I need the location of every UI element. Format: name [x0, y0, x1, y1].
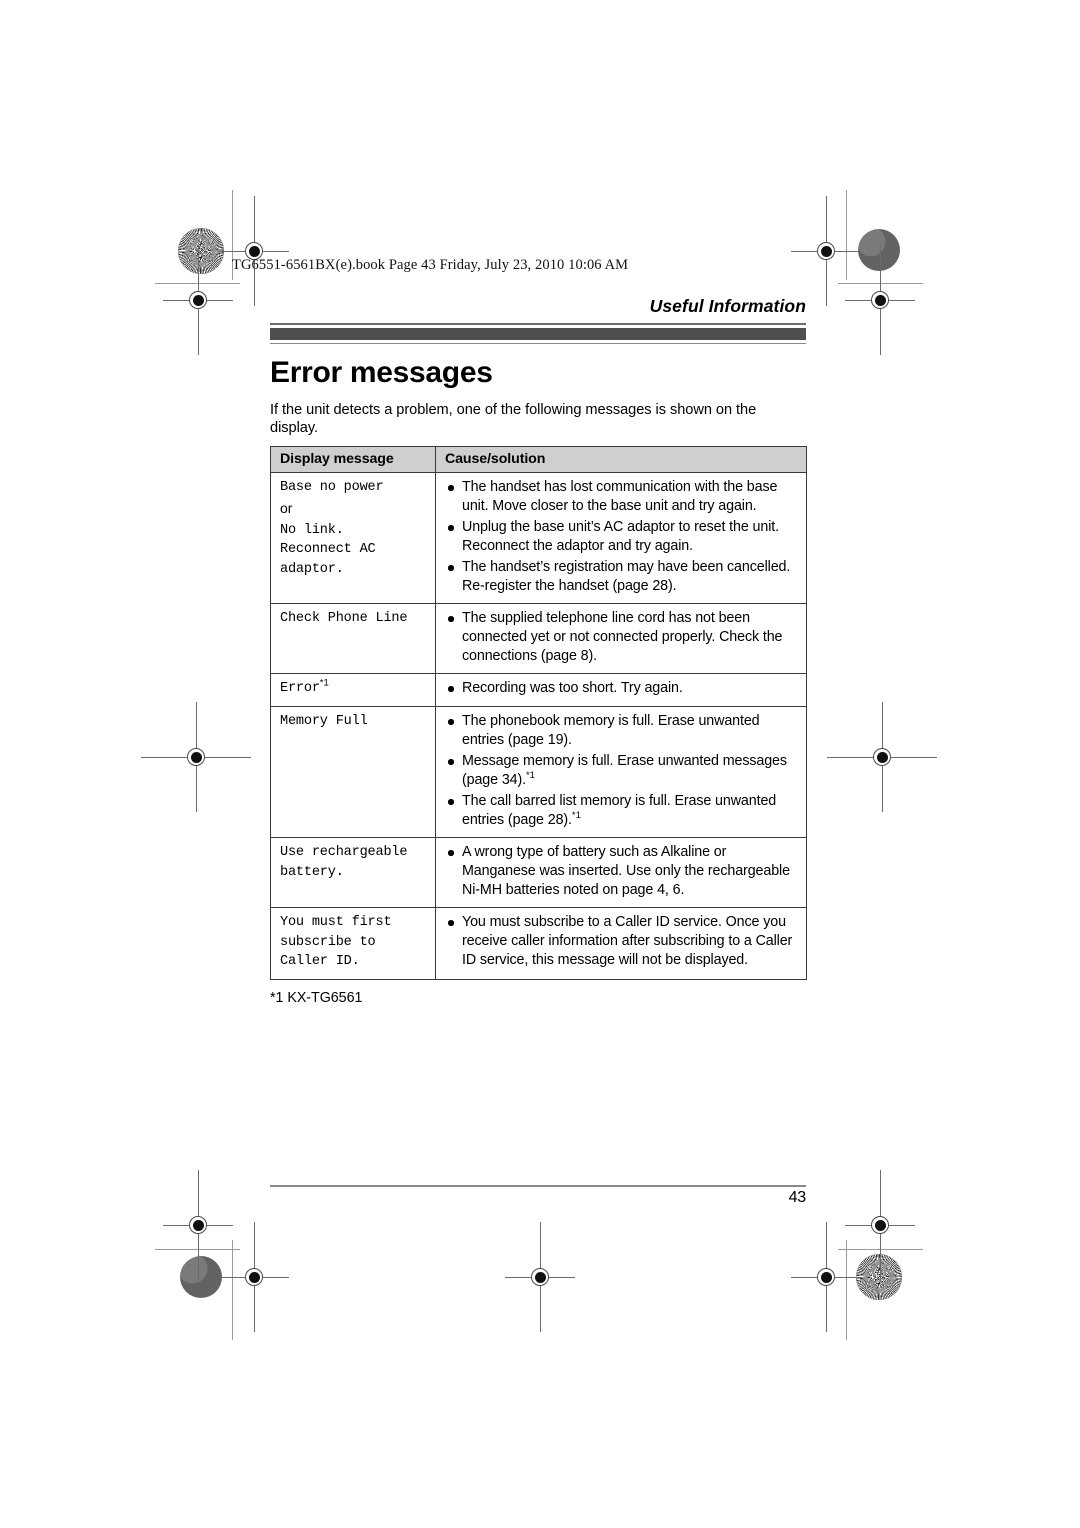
display-message-line: You must first: [280, 915, 392, 931]
footnote-kx-tg6561: *1 KX-TG6561: [270, 989, 363, 1006]
cause-list-item: The supplied telephone line cord has not…: [445, 609, 799, 666]
header-rule-thin-top: [270, 323, 806, 325]
cause-solution-cell: The supplied telephone line cord has not…: [435, 603, 807, 675]
cause-solution-cell: A wrong type of battery such as Alkaline…: [435, 837, 807, 909]
display-message-line: Caller ID.: [280, 954, 360, 970]
registration-mark-top-right: [791, 196, 861, 306]
starburst-target-top-left: [178, 228, 224, 274]
cause-list-item: Unplug the base unit’s AC adaptor to res…: [445, 518, 799, 556]
table-row: Use rechargeable battery. A wrong type of …: [270, 837, 807, 909]
cause-list: The handset has lost communication with …: [445, 478, 799, 596]
display-message-line: Base no power: [280, 480, 384, 496]
display-message-line: Error: [280, 681, 320, 697]
error-messages-table: Display message Cause/solution Base no p…: [270, 446, 807, 980]
page-number: 43: [788, 1188, 807, 1206]
display-message-cell: Use rechargeable battery.: [270, 837, 436, 909]
guide-line-right-bottom: [846, 1240, 847, 1340]
guide-line-left-bottom: [232, 1240, 233, 1340]
guide-line-bottom-right: [838, 1249, 923, 1250]
guide-line-top-right: [838, 283, 923, 284]
cause-list: Recording was too short. Try again.: [445, 679, 799, 698]
display-message-line: Reconnect AC: [280, 542, 376, 558]
density-target-top-right: [858, 229, 900, 271]
header-rule-thin-bottom: [270, 342, 806, 344]
print-header-text: TG6551-6561BX(e).book Page 43 Friday, Ju…: [232, 257, 629, 273]
registration-mark-upper-left: [163, 245, 233, 355]
cause-list-item: The handset’s registration may have been…: [445, 558, 799, 596]
cause-list-item: The call barred list memory is full. Era…: [445, 792, 799, 830]
footnote-marker: *1: [525, 770, 535, 782]
cause-list-item: Recording was too short. Try again.: [445, 679, 799, 698]
table-body: Base no power or No link. Reconnect AC adapt…: [270, 472, 807, 980]
registration-mark-lower-left: [163, 1170, 233, 1280]
guide-line-right-top: [846, 190, 847, 280]
cause-list-item: You must subscribe to a Caller ID servic…: [445, 913, 799, 970]
running-head: Useful Information: [649, 296, 806, 316]
registration-mark-upper-right: [845, 245, 915, 355]
registration-mark-lower-right: [845, 1170, 915, 1280]
page-footer: 43: [270, 1185, 806, 1207]
display-message-line: Check Phone Line: [280, 611, 408, 627]
display-message-line: subscribe to: [280, 934, 376, 950]
cause-solution-cell: The phonebook memory is full. Erase unwa…: [435, 706, 807, 839]
cause-list: The phonebook memory is full. Erase unwa…: [445, 712, 799, 830]
density-target-bottom-left: [180, 1256, 222, 1298]
registration-mark-bottom-center: [505, 1222, 575, 1332]
cause-list: A wrong type of battery such as Alkaline…: [445, 843, 799, 900]
table-row: You must first subscribe to Caller ID. You …: [270, 907, 807, 980]
cause-solution-cell: The handset has lost communication with …: [435, 472, 807, 605]
table-row: Check Phone Line The supplied telephone l…: [270, 603, 807, 675]
display-message-cell: Error*1: [270, 673, 436, 708]
display-message-line: or: [280, 500, 293, 517]
column-header-cause-solution: Cause/solution: [435, 446, 807, 474]
display-message-cell: You must first subscribe to Caller ID.: [270, 907, 436, 980]
registration-mark-middle-left: [141, 702, 251, 812]
cause-list-item: A wrong type of battery such as Alkaline…: [445, 843, 799, 900]
cause-solution-cell: Recording was too short. Try again.: [435, 673, 807, 708]
cause-list-item: The phonebook memory is full. Erase unwa…: [445, 712, 799, 750]
cause-solution-cell: You must subscribe to a Caller ID servic…: [435, 907, 807, 980]
column-header-display-message: Display message: [270, 446, 436, 474]
cause-list-item: Message memory is full. Erase unwanted m…: [445, 752, 799, 790]
intro-paragraph: If the unit detects a problem, one of th…: [270, 401, 757, 437]
registration-mark-bottom-right: [791, 1222, 861, 1332]
display-message-cell: Check Phone Line: [270, 603, 436, 675]
guide-line-bottom-left: [155, 1249, 240, 1250]
registration-mark-bottom-left: [219, 1222, 289, 1332]
display-message-line: battery.: [280, 864, 344, 880]
header-bar: [270, 327, 806, 340]
page-title: Error messages: [270, 355, 493, 389]
cause-list: The supplied telephone line cord has not…: [445, 609, 799, 666]
registration-mark-middle-right: [827, 702, 937, 812]
page-content: Useful Information Error messages If the…: [270, 296, 807, 1006]
table-row: Base no power or No link. Reconnect AC adapt…: [270, 472, 807, 605]
display-message-cell: Memory Full: [270, 706, 436, 839]
table-row: Error*1 Recording was too short. Try agai…: [270, 673, 807, 708]
display-message-line: No link.: [280, 522, 344, 538]
footnote-marker: *1: [319, 677, 329, 689]
guide-line-top-left: [155, 283, 240, 284]
starburst-target-bottom-right: [856, 1254, 902, 1300]
table-row: Memory Full The phonebook memory is full.…: [270, 706, 807, 839]
table-header-row: Display message Cause/solution: [270, 446, 807, 474]
cause-list: You must subscribe to a Caller ID servic…: [445, 913, 799, 970]
cause-list-item: The handset has lost communication with …: [445, 478, 799, 516]
display-message-line: Memory Full: [280, 714, 368, 730]
display-message-cell: Base no power or No link. Reconnect AC adapt…: [270, 472, 436, 605]
display-message-line: adaptor.: [280, 561, 344, 577]
display-message-line: Use rechargeable: [280, 845, 408, 861]
footnote-marker: *1: [571, 810, 581, 822]
